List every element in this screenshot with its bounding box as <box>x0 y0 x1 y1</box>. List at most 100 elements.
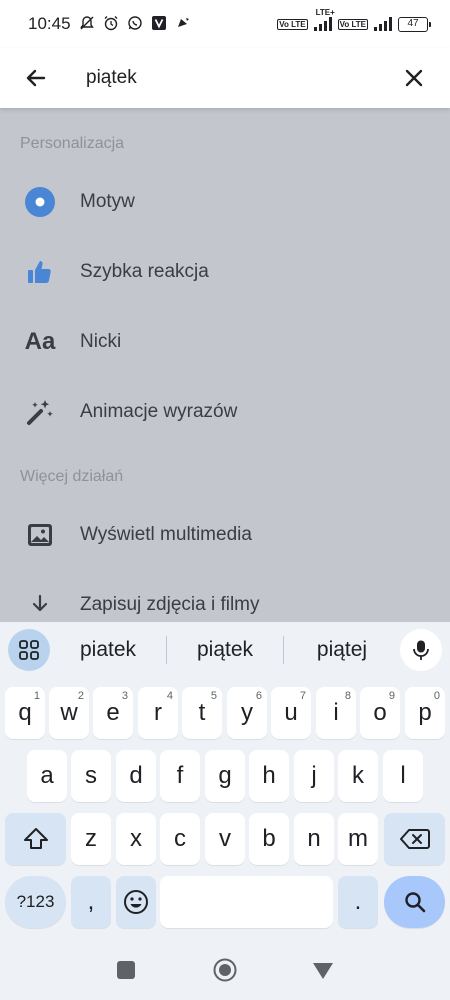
shift-key[interactable] <box>5 813 66 865</box>
key-c[interactable]: c <box>160 813 200 865</box>
key-hint: 7 <box>299 690 306 702</box>
search-input[interactable] <box>86 67 366 89</box>
key-w[interactable]: w2 <box>49 687 89 739</box>
recents-square-icon[interactable] <box>117 961 135 979</box>
menu-label-word-effects: Animacje wyrazów <box>80 401 238 422</box>
key-j[interactable]: j <box>294 750 334 802</box>
key-letter: p <box>418 699 432 726</box>
backspace-icon <box>399 829 430 849</box>
status-bar: 10:45 Vo LTE LTE+ Vo LTE 47 <box>0 0 450 48</box>
key-q[interactable]: q1 <box>5 687 45 739</box>
key-row-2: a s d f g h j k l <box>0 750 450 802</box>
key-d[interactable]: d <box>116 750 156 802</box>
settings-list: Personalizacja Motyw Szybka reakcja Aa N… <box>0 108 450 622</box>
notification-bell-icon <box>175 15 191 34</box>
key-x[interactable]: x <box>116 813 156 865</box>
menu-item-word-effects[interactable]: Animacje wyrazów <box>0 377 450 447</box>
period-key[interactable]: . <box>338 876 378 928</box>
key-hint: 6 <box>255 690 262 702</box>
spacebar[interactable] <box>160 876 333 928</box>
key-k[interactable]: k <box>338 750 378 802</box>
download-icon <box>24 589 56 621</box>
key-m[interactable]: m <box>338 813 378 865</box>
backspace-key[interactable] <box>384 813 445 865</box>
battery-icon: 47 <box>398 16 431 32</box>
comma-key[interactable]: , <box>71 876 111 928</box>
key-letter: u <box>284 699 298 726</box>
search-key[interactable] <box>384 876 445 928</box>
key-y[interactable]: y6 <box>227 687 267 739</box>
whatsapp-icon <box>127 15 143 34</box>
key-hint: 1 <box>33 690 40 702</box>
section-header-more-actions: Więcej działań <box>20 468 124 485</box>
status-time: 10:45 <box>28 14 71 33</box>
menu-item-quick-reaction[interactable]: Szybka reakcja <box>0 237 450 307</box>
status-left: 10:45 <box>28 14 191 34</box>
menu-label-nicknames: Nicki <box>80 331 122 352</box>
menu-item-nicknames[interactable]: Aa Nicki <box>0 307 450 377</box>
key-r[interactable]: r4 <box>138 687 178 739</box>
theme-icon <box>24 186 56 218</box>
key-t[interactable]: t5 <box>182 687 222 739</box>
thumbs-up-icon <box>24 256 56 288</box>
key-f[interactable]: f <box>160 750 200 802</box>
key-row-3: z x c v b n m <box>0 813 450 865</box>
key-hint: 3 <box>121 690 128 702</box>
key-g[interactable]: g <box>205 750 245 802</box>
key-hint: 4 <box>166 690 173 702</box>
suggestion-1[interactable]: piatek <box>50 638 166 662</box>
close-icon[interactable] <box>402 66 426 90</box>
key-hint: 5 <box>210 690 217 702</box>
key-a[interactable]: a <box>27 750 67 802</box>
menu-item-theme[interactable]: Motyw <box>0 167 450 237</box>
key-n[interactable]: n <box>294 813 334 865</box>
suggestion-strip: piatek piątek piątej <box>0 622 450 678</box>
menu-item-view-media[interactable]: Wyświetl multimedia <box>0 500 450 570</box>
menu-label-save-photos: Zapisuj zdjęcia i filmy <box>80 594 260 615</box>
key-p[interactable]: p0 <box>405 687 445 739</box>
text-aa-icon: Aa <box>24 326 56 358</box>
keyboard: piatek piątek piątej q1 w2 e3 r4 t5 y6 u… <box>0 622 450 938</box>
menu-item-save-photos[interactable]: Zapisuj zdjęcia i filmy <box>0 570 450 622</box>
home-circle-icon[interactable] <box>213 958 237 982</box>
key-u[interactable]: u7 <box>271 687 311 739</box>
key-h[interactable]: h <box>249 750 289 802</box>
emoji-key[interactable] <box>116 876 156 928</box>
section-header-personalization: Personalizacja <box>20 135 125 152</box>
battery-level: 47 <box>407 17 419 29</box>
search-icon <box>404 892 425 913</box>
signal-icon <box>313 17 332 31</box>
key-s[interactable]: s <box>71 750 111 802</box>
back-triangle-icon[interactable] <box>312 962 334 980</box>
microphone-icon[interactable] <box>400 629 442 671</box>
image-icon <box>24 519 56 551</box>
magic-wand-icon <box>24 396 56 428</box>
key-hint: 0 <box>433 690 440 702</box>
volte-badge-2: Vo LTE <box>337 18 368 30</box>
key-letter: y <box>241 699 253 726</box>
menu-label-view-media: Wyświetl multimedia <box>80 524 252 545</box>
back-arrow-icon[interactable] <box>24 66 48 90</box>
key-z[interactable]: z <box>71 813 111 865</box>
key-row-1: q1 w2 e3 r4 t5 y6 u7 i8 o9 p0 <box>0 687 450 739</box>
muted-notifications-icon <box>79 15 95 34</box>
key-letter: w <box>60 699 78 726</box>
apps-grid-icon[interactable] <box>8 629 50 671</box>
symbols-key[interactable]: ?123 <box>5 876 66 928</box>
status-right: Vo LTE LTE+ Vo LTE 47 <box>277 8 431 32</box>
navigation-bar <box>0 938 450 1000</box>
key-i[interactable]: i8 <box>316 687 356 739</box>
alarm-icon <box>103 15 119 34</box>
key-hint: 8 <box>344 690 351 702</box>
key-letter: e <box>106 699 120 726</box>
key-letter: o <box>373 699 387 726</box>
key-v[interactable]: v <box>205 813 245 865</box>
lte-label: LTE+ <box>315 8 335 17</box>
key-l[interactable]: l <box>383 750 423 802</box>
key-b[interactable]: b <box>249 813 289 865</box>
key-e[interactable]: e3 <box>93 687 133 739</box>
key-o[interactable]: o9 <box>360 687 400 739</box>
key-letter: r <box>154 699 162 726</box>
suggestion-2[interactable]: piątek <box>167 638 283 662</box>
suggestion-3[interactable]: piątej <box>284 638 400 662</box>
